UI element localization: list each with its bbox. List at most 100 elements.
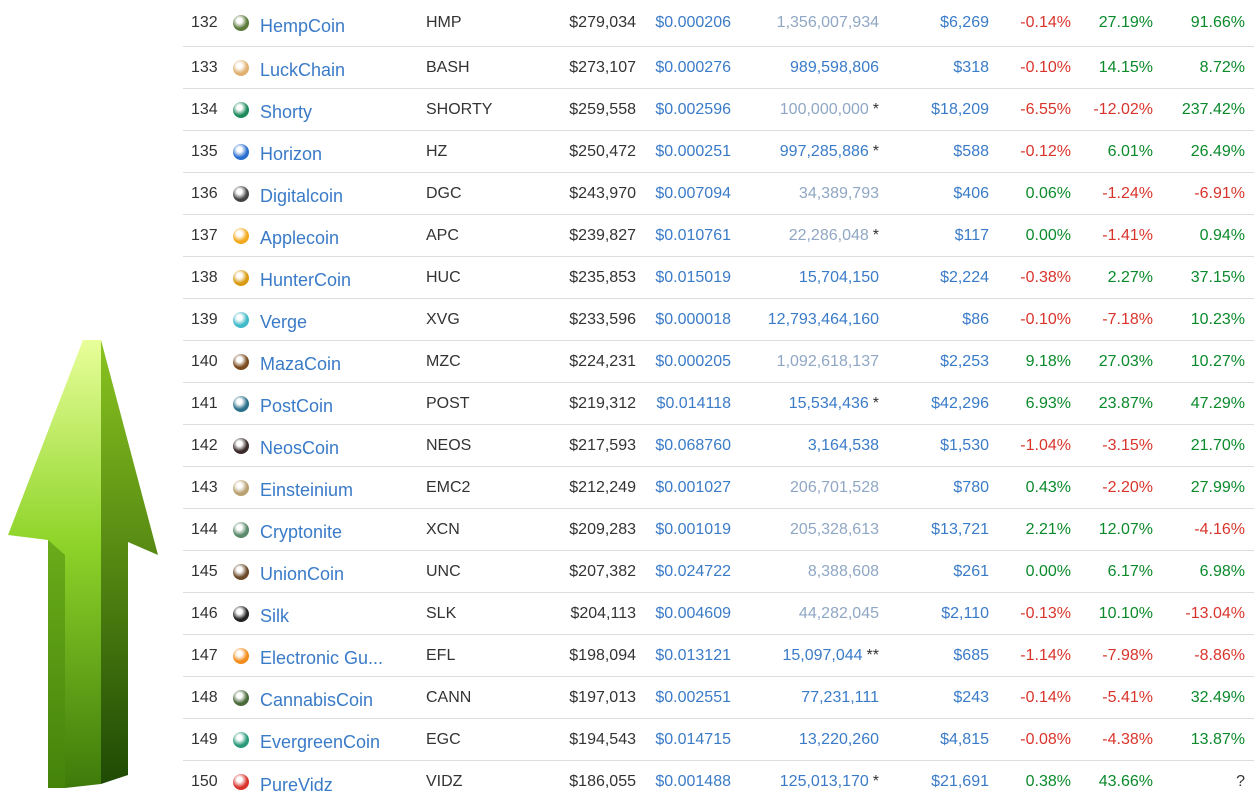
- supply-cell[interactable]: 22,286,048 *: [743, 215, 879, 256]
- price-link[interactable]: $0.002551: [645, 677, 731, 718]
- coin-name-link[interactable]: NeosCoin: [260, 425, 339, 469]
- price-link[interactable]: $0.001027: [645, 467, 731, 508]
- coin-name-link[interactable]: EvergreenCoin: [260, 719, 380, 763]
- price-link[interactable]: $0.000251: [645, 131, 731, 172]
- change-1h-cell: -1.14%: [1020, 646, 1071, 664]
- volume-link[interactable]: $2,110: [889, 593, 989, 634]
- coin-name-link[interactable]: HunterCoin: [260, 257, 351, 301]
- volume-link[interactable]: $18,209: [889, 89, 989, 130]
- supply-cell[interactable]: 8,388,608: [743, 551, 879, 592]
- coin-name-link[interactable]: Applecoin: [260, 215, 339, 259]
- coin-logo-icon: [233, 731, 249, 748]
- supply-value[interactable]: 15,097,044: [782, 647, 862, 665]
- supply-value[interactable]: 15,704,150: [799, 269, 879, 287]
- volume-link[interactable]: $2,224: [889, 257, 989, 298]
- supply-value[interactable]: 125,013,170: [780, 773, 869, 791]
- volume-link[interactable]: $1,530: [889, 425, 989, 466]
- coin-name-link[interactable]: HempCoin: [260, 0, 345, 49]
- price-link[interactable]: $0.000276: [645, 47, 731, 88]
- price-link[interactable]: $0.000205: [645, 341, 731, 382]
- price-link[interactable]: $0.024722: [645, 551, 731, 592]
- coin-name-link[interactable]: Digitalcoin: [260, 173, 343, 217]
- coin-name-link[interactable]: Verge: [260, 299, 307, 343]
- coin-name-link[interactable]: Horizon: [260, 131, 322, 175]
- volume-link[interactable]: $588: [889, 131, 989, 172]
- supply-cell[interactable]: 15,704,150: [743, 257, 879, 298]
- supply-value[interactable]: 77,231,111: [801, 689, 879, 707]
- price-link[interactable]: $0.000018: [645, 299, 731, 340]
- supply-cell[interactable]: 12,793,464,160: [743, 299, 879, 340]
- volume-link[interactable]: $117: [889, 215, 989, 256]
- supply-cell[interactable]: 1,092,618,137: [743, 341, 879, 382]
- supply-value[interactable]: 3,164,538: [808, 437, 879, 455]
- price-link[interactable]: $0.010761: [645, 215, 731, 256]
- supply-value[interactable]: 100,000,000: [780, 101, 869, 119]
- coin-name-link[interactable]: LuckChain: [260, 47, 345, 91]
- coin-name-link[interactable]: Shorty: [260, 89, 312, 133]
- volume-link[interactable]: $2,253: [889, 341, 989, 382]
- volume-link[interactable]: $13,721: [889, 509, 989, 550]
- supply-value[interactable]: 13,220,260: [799, 731, 879, 749]
- supply-value[interactable]: 989,598,806: [790, 59, 879, 77]
- supply-cell[interactable]: 1,356,007,934: [743, 0, 879, 46]
- price-link[interactable]: $0.007094: [645, 173, 731, 214]
- coin-name-link[interactable]: CannabisCoin: [260, 677, 373, 721]
- supply-cell[interactable]: 3,164,538: [743, 425, 879, 466]
- coin-name-link[interactable]: UnionCoin: [260, 551, 344, 595]
- volume-link[interactable]: $243: [889, 677, 989, 718]
- volume-link[interactable]: $4,815: [889, 719, 989, 760]
- price-link[interactable]: $0.013121: [645, 635, 731, 676]
- volume-link[interactable]: $685: [889, 635, 989, 676]
- supply-cell[interactable]: 77,231,111: [743, 677, 879, 718]
- supply-value[interactable]: 15,534,436: [789, 395, 869, 413]
- supply-cell[interactable]: 997,285,886 *: [743, 131, 879, 172]
- coin-name-link[interactable]: Electronic Gu...: [260, 635, 383, 679]
- supply-value[interactable]: 1,356,007,934: [777, 14, 879, 32]
- price-link[interactable]: $0.001488: [645, 761, 731, 803]
- price-link[interactable]: $0.002596: [645, 89, 731, 130]
- volume-link[interactable]: $318: [889, 47, 989, 88]
- supply-cell[interactable]: 205,328,613: [743, 509, 879, 550]
- coin-name-link[interactable]: Silk: [260, 593, 289, 637]
- price-link[interactable]: $0.014715: [645, 719, 731, 760]
- supply-cell[interactable]: 15,534,436 *: [743, 383, 879, 424]
- supply-value[interactable]: 34,389,793: [799, 185, 879, 203]
- supply-value[interactable]: 44,282,045: [799, 605, 879, 623]
- supply-cell[interactable]: 13,220,260: [743, 719, 879, 760]
- supply-cell[interactable]: 100,000,000 *: [743, 89, 879, 130]
- volume-link[interactable]: $780: [889, 467, 989, 508]
- rank-cell: 135: [191, 142, 218, 160]
- supply-cell[interactable]: 125,013,170 *: [743, 761, 879, 803]
- supply-value[interactable]: 12,793,464,160: [768, 311, 879, 329]
- supply-value[interactable]: 205,328,613: [790, 521, 879, 539]
- supply-cell[interactable]: 44,282,045: [743, 593, 879, 634]
- market-cap-cell: $239,827: [569, 226, 636, 244]
- price-link[interactable]: $0.001019: [645, 509, 731, 550]
- volume-link[interactable]: $261: [889, 551, 989, 592]
- volume-link[interactable]: $6,269: [889, 0, 989, 46]
- coin-name-link[interactable]: Einsteinium: [260, 467, 353, 511]
- supply-cell[interactable]: 34,389,793: [743, 173, 879, 214]
- coin-name-link[interactable]: PostCoin: [260, 383, 333, 427]
- change-24h-cell: 23.87%: [1098, 394, 1153, 412]
- price-link[interactable]: $0.000206: [645, 0, 731, 46]
- supply-value[interactable]: 22,286,048: [789, 227, 869, 245]
- price-link[interactable]: $0.068760: [645, 425, 731, 466]
- volume-link[interactable]: $86: [889, 299, 989, 340]
- volume-link[interactable]: $406: [889, 173, 989, 214]
- volume-link[interactable]: $21,691: [889, 761, 989, 803]
- supply-cell[interactable]: 989,598,806: [743, 47, 879, 88]
- supply-cell[interactable]: 15,097,044 **: [743, 635, 879, 676]
- price-link[interactable]: $0.014118: [645, 383, 731, 424]
- price-link[interactable]: $0.015019: [645, 257, 731, 298]
- supply-value[interactable]: 8,388,608: [808, 563, 879, 581]
- supply-value[interactable]: 1,092,618,137: [777, 353, 879, 371]
- coin-name-link[interactable]: MazaCoin: [260, 341, 341, 385]
- supply-value[interactable]: 997,285,886: [780, 143, 869, 161]
- price-link[interactable]: $0.004609: [645, 593, 731, 634]
- coin-name-link[interactable]: Cryptonite: [260, 509, 342, 553]
- volume-link[interactable]: $42,296: [889, 383, 989, 424]
- coin-name-link[interactable]: PureVidz: [260, 761, 333, 806]
- supply-cell[interactable]: 206,701,528: [743, 467, 879, 508]
- supply-value[interactable]: 206,701,528: [790, 479, 879, 497]
